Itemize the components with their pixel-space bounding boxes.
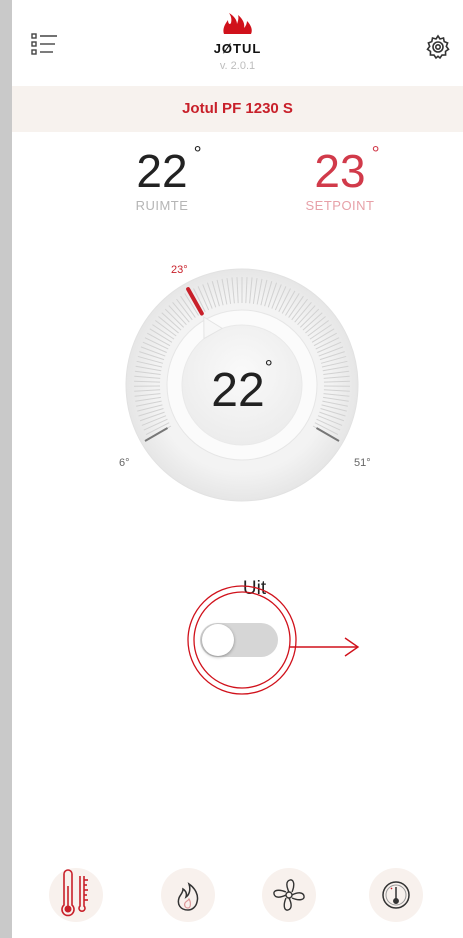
toggle-knob[interactable] [202, 624, 234, 656]
dial-current-temperature: 22° [102, 357, 382, 418]
app-screen: JØTUL v. 2.0.1 Jotul PF 1230 S 22 ° RUIMT… [12, 0, 463, 938]
fan-icon [273, 879, 305, 911]
nav-gauge-button[interactable] [369, 868, 423, 922]
bottom-navigation [12, 860, 463, 938]
setpoint-temperature-value: 23 [314, 145, 366, 197]
brand-name: JØTUL [213, 41, 262, 56]
room-temperature-value: 22 [136, 145, 188, 197]
degree-symbol: ° [193, 143, 202, 165]
dial-max-label: 51° [354, 457, 371, 469]
dial-min-label: 6° [119, 457, 130, 469]
gear-icon [426, 34, 450, 60]
mode-label: Uit [242, 578, 267, 599]
device-name-bar: Jotul PF 1230 S [12, 86, 463, 132]
nav-flame-button[interactable] [161, 868, 215, 922]
room-temperature-label: RUIMTE [135, 198, 189, 213]
gauge-icon [382, 881, 410, 909]
jotul-logo: JØTUL v. 2.0.1 [12, 12, 463, 72]
degree-symbol: ° [371, 143, 380, 165]
degree-symbol: ° [264, 357, 273, 379]
nav-fan-button[interactable] [262, 868, 316, 922]
settings-button[interactable] [425, 34, 451, 60]
nav-temperature-button[interactable] [49, 868, 103, 922]
thermostat-dial[interactable]: 22° 23° 6° 51° [102, 245, 382, 525]
top-bar: JØTUL v. 2.0.1 [12, 0, 463, 86]
setpoint-temperature: 23 ° SETPOINT [280, 144, 400, 213]
room-temperature: 22 ° RUIMTE [102, 144, 222, 213]
annotation-arrow-head [344, 637, 360, 657]
device-name: Jotul PF 1230 S [182, 100, 293, 117]
flame-logo-icon [222, 13, 252, 34]
dial-setpoint-label: 23° [171, 264, 188, 276]
setpoint-temperature-label: SETPOINT [305, 198, 375, 213]
thermometer-icon [61, 869, 88, 917]
power-toggle[interactable] [200, 623, 278, 657]
flame-icon [177, 882, 199, 911]
dial-current-value: 22 [211, 364, 265, 417]
app-version: v. 2.0.1 [219, 60, 256, 72]
